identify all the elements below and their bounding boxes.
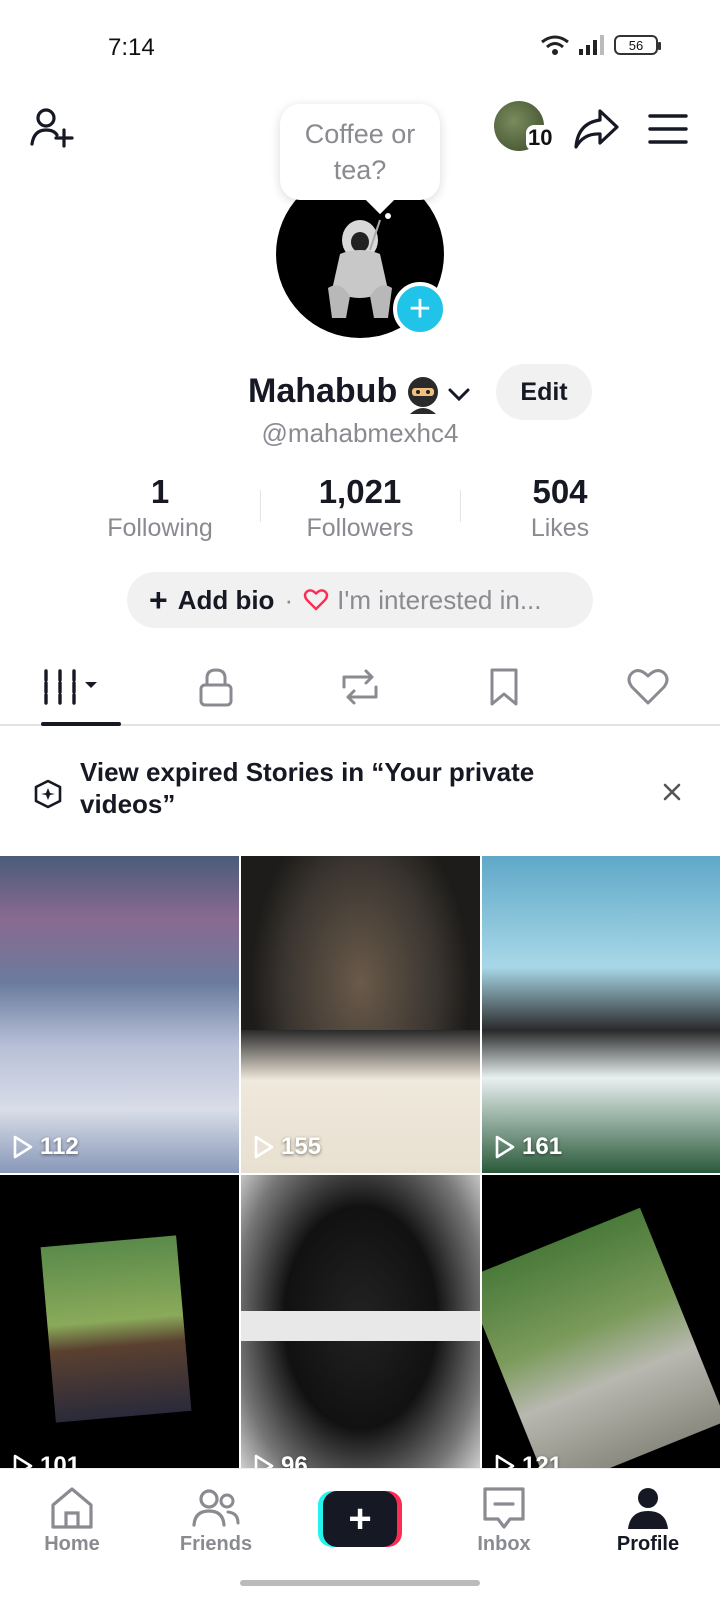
- stat-followers[interactable]: 1,021 Followers: [260, 472, 460, 542]
- plus-icon: +: [149, 582, 168, 618]
- friends-count-badge: 10: [526, 125, 555, 151]
- content-tabs: [0, 650, 720, 726]
- nav-profile[interactable]: Profile: [593, 1485, 703, 1556]
- stat-value: 1,021: [318, 473, 402, 510]
- view-count: 112: [12, 1133, 79, 1161]
- video-grid: 112 155 161 101 96 121: [0, 856, 720, 1492]
- stat-value: 504: [532, 473, 588, 510]
- video-tile[interactable]: 161: [482, 856, 720, 1173]
- nav-label: Profile: [616, 1533, 680, 1555]
- view-count-value: 112: [40, 1133, 79, 1160]
- nav-home[interactable]: Home: [17, 1485, 127, 1556]
- home-indicator: [240, 1580, 480, 1586]
- menu-button[interactable]: [640, 101, 696, 157]
- add-story-button[interactable]: +: [393, 282, 447, 336]
- interests-label: I'm interested in...: [337, 584, 542, 615]
- play-icon: [13, 1135, 33, 1159]
- note-text: Coffee or tea?: [304, 119, 416, 185]
- menu-icon: [648, 114, 688, 144]
- stat-likes[interactable]: 504 Likes: [460, 472, 660, 542]
- view-count-value: 161: [522, 1133, 563, 1160]
- story-icon: [34, 779, 62, 809]
- video-tile[interactable]: 121: [482, 1175, 720, 1492]
- video-tile[interactable]: 155: [241, 856, 480, 1173]
- display-name: Mahabub: [248, 372, 398, 410]
- username-handle: @mahabmexhc4: [261, 418, 459, 448]
- status-time: 7:14: [108, 34, 155, 61]
- share-profile-button[interactable]: [568, 101, 624, 157]
- status-icons: 56: [540, 34, 661, 56]
- profile-stats: 1 Following 1,021 Followers 504 Likes: [60, 472, 660, 542]
- add-friend-icon: [30, 108, 74, 148]
- create-button[interactable]: +: [318, 1491, 402, 1547]
- videos-grid-icon: [44, 669, 97, 705]
- add-friend-button[interactable]: [24, 100, 80, 156]
- ninja-emoji-icon: [408, 377, 438, 414]
- nav-label: Home: [44, 1533, 100, 1555]
- account-switch-chevron-icon[interactable]: [446, 382, 472, 408]
- signal-icon: [579, 35, 604, 55]
- video-tile[interactable]: 112: [0, 856, 239, 1173]
- view-count: 161: [494, 1133, 562, 1161]
- bookmark-icon: [490, 668, 518, 706]
- nav-label: Inbox: [477, 1533, 531, 1555]
- name-row: Mahabub Edit: [0, 364, 720, 424]
- repost-icon: [342, 669, 378, 705]
- tab-reposts[interactable]: [288, 650, 432, 724]
- share-icon: [574, 109, 619, 149]
- lock-icon: [199, 668, 233, 707]
- status-bar: 7:14 56: [0, 0, 720, 90]
- stat-following[interactable]: 1 Following: [60, 472, 260, 542]
- friends-icon: [192, 1489, 240, 1527]
- play-icon: [495, 1135, 515, 1159]
- tab-private[interactable]: [144, 650, 288, 724]
- stat-label: Likes: [530, 514, 590, 542]
- separator-dot: ·: [284, 584, 294, 615]
- plus-icon: +: [323, 1491, 397, 1547]
- edit-profile-button[interactable]: Edit: [496, 364, 592, 420]
- nav-inbox[interactable]: Inbox: [449, 1485, 559, 1556]
- inbox-icon: [483, 1487, 525, 1529]
- play-icon: [254, 1135, 274, 1159]
- close-icon: [663, 783, 681, 801]
- notice-text: View expired Stories in “Your private vi…: [80, 757, 535, 819]
- tab-liked[interactable]: [576, 650, 720, 724]
- add-bio-label: Add bio: [177, 584, 275, 615]
- tab-videos[interactable]: [0, 650, 144, 726]
- nav-friends[interactable]: Friends: [161, 1485, 271, 1556]
- expired-stories-notice[interactable]: View expired Stories in “Your private vi…: [0, 748, 720, 838]
- stat-label: Following: [107, 514, 213, 542]
- view-count-value: 155: [281, 1133, 322, 1160]
- plus-icon: +: [408, 288, 432, 330]
- battery-level: 56: [628, 37, 644, 53]
- video-thumbnail-photo: [482, 1207, 720, 1492]
- stat-label: Followers: [306, 514, 414, 542]
- tab-favorites[interactable]: [432, 650, 576, 724]
- close-notice-button[interactable]: [654, 774, 690, 810]
- profile-icon: [628, 1488, 668, 1529]
- wifi-icon: [541, 35, 569, 55]
- note-bubble[interactable]: Coffee or tea?: [280, 104, 440, 200]
- add-bio-button[interactable]: + Add bio · I'm interested in...: [127, 572, 593, 628]
- heart-icon: [627, 669, 669, 705]
- stat-value: 1: [150, 473, 170, 510]
- home-icon: [51, 1487, 93, 1529]
- video-thumbnail-photo: [40, 1235, 192, 1423]
- nav-label: Friends: [179, 1533, 253, 1555]
- video-tile[interactable]: 101: [0, 1175, 239, 1492]
- video-thumbnail-strip: [241, 1311, 480, 1341]
- video-tile[interactable]: 96: [241, 1175, 480, 1492]
- view-count: 155: [253, 1133, 321, 1161]
- battery-icon: 56: [614, 35, 661, 55]
- heart-icon: [303, 589, 329, 611]
